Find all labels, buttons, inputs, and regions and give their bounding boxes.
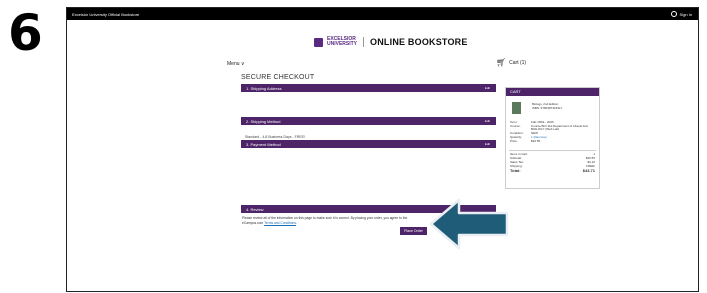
store-logo[interactable]: EXCELSIOR UNIVERSITY ONLINE BOOKSTORE [314, 37, 468, 47]
university-seal-icon [314, 37, 323, 47]
shipping-method-value: Standard - 4-8 Business Days - FREE! [245, 135, 305, 139]
logo-line2: UNIVERSITY [327, 41, 358, 47]
section-label: 3. Payment Method [246, 142, 281, 147]
shipping-address-section: 1. Shipping Address Edit [241, 84, 496, 92]
cart-item-details: Term: Fall I 8Wk - 2025 Course: Course BIO… [510, 120, 588, 144]
edit-shipping-address-link[interactable]: Edit [485, 86, 490, 90]
sign-in-label: Sign In [679, 11, 692, 17]
detail-value: $40.55 [531, 138, 541, 143]
sign-in-link[interactable]: Sign In [670, 11, 692, 17]
menu-dropdown[interactable]: Menu ∨ [227, 61, 245, 67]
book-cover-image [512, 102, 521, 114]
terms-and-conditions-link[interactable]: Terms and Conditions [264, 221, 296, 225]
browser-screenshot: Excelsior University Official Bookstore … [66, 7, 699, 292]
payment-method-section: 3. Payment Method Edit [241, 140, 496, 148]
shipping-method-section: 2. Shipping Method Edit [241, 117, 496, 125]
top-bar: Excelsior University Official Bookstore … [67, 8, 698, 20]
cart-link[interactable]: 🛒︎ Cart (1) [496, 59, 526, 67]
section-label: 1. Shipping Address [246, 86, 282, 91]
section-label: 4. Review [246, 207, 264, 212]
user-icon [670, 11, 677, 17]
place-order-button[interactable]: Place Order [400, 227, 427, 235]
logo-university-text: EXCELSIOR UNIVERSITY [327, 37, 357, 47]
detail-row: Price: $40.55 [510, 138, 588, 144]
pointer-arrow-icon [429, 198, 509, 250]
shopping-cart-icon: 🛒︎ [496, 58, 507, 67]
page-title: SECURE CHECKOUT [241, 74, 315, 81]
grand-total-row: Total: $43.71 [510, 169, 595, 173]
detail-key: Price: [510, 138, 518, 143]
book-info: Biology, 2nd Edition ISBN: 9780387315317 [532, 102, 562, 110]
section-label: 2. Shipping Method [246, 119, 281, 124]
book-isbn: ISBN: 9780387315317 [532, 106, 563, 110]
cart-panel-title: CART [506, 88, 599, 96]
logo-store-name: ONLINE BOOKSTORE [370, 37, 468, 47]
cart-label: Cart (1) [509, 60, 527, 66]
review-text-suffix: . [296, 220, 297, 225]
cart-summary-panel: CART Biology, 2nd Edition ISBN: 97803873… [505, 87, 600, 189]
edit-payment-method-link[interactable]: Edit [485, 142, 490, 146]
grand-total-value: $43.71 [582, 168, 595, 173]
logo-divider [363, 37, 365, 47]
grand-total-key: Total: [510, 168, 521, 173]
edit-shipping-method-link[interactable]: Edit [485, 119, 490, 123]
order-totals: Items in Cart: 1 Subtotal: $40.55 Sales Ta… [510, 152, 595, 173]
step-number: 6 [8, 4, 43, 62]
review-terms-text: Please review all of the information on … [242, 216, 412, 225]
cart-divider [509, 150, 596, 151]
site-name: Excelsior University Official Bookstore [72, 12, 140, 17]
